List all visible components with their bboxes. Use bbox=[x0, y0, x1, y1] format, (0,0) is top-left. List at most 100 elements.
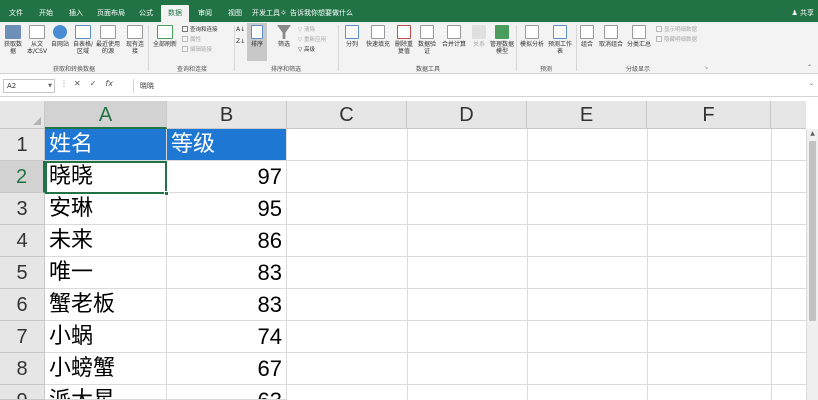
cell-b4[interactable]: 86 bbox=[167, 225, 287, 257]
column-header-c[interactable]: C bbox=[287, 101, 407, 129]
tab-data[interactable]: 数据 bbox=[161, 5, 189, 22]
worksheet-grid[interactable]: A B C D E F 1 2 3 4 5 6 7 8 9 姓名 等级 晓晓 9… bbox=[0, 101, 818, 400]
collapse-ribbon-icon[interactable]: ⌃ bbox=[807, 64, 812, 71]
forecast-sheet-button[interactable]: 预测工作表 bbox=[548, 25, 572, 55]
cell-b2[interactable]: 97 bbox=[167, 161, 287, 193]
select-all-button[interactable] bbox=[0, 101, 45, 129]
row-header-5[interactable]: 5 bbox=[0, 257, 45, 289]
data-validation-label: 数据验证 bbox=[417, 41, 436, 55]
remove-duplicates-button[interactable]: 删除重复值 bbox=[394, 25, 414, 55]
cell-b6[interactable]: 83 bbox=[167, 289, 287, 321]
tab-view[interactable]: 视图 bbox=[221, 5, 249, 22]
row-header-4[interactable]: 4 bbox=[0, 225, 45, 257]
name-box[interactable]: A2 ▼ bbox=[3, 79, 55, 93]
enter-icon[interactable]: ✓ bbox=[90, 79, 97, 88]
what-if-analysis-button[interactable]: 模拟分析 bbox=[518, 25, 546, 48]
recent-sources-button[interactable]: 最近使用的源 bbox=[96, 25, 120, 55]
clear-filter-icon: ▽ bbox=[298, 27, 303, 33]
cell-a7[interactable]: 小蜗 bbox=[45, 321, 167, 353]
queries-connections-button[interactable]: 查询和连接 bbox=[182, 26, 218, 34]
tab-formulas[interactable]: 公式 bbox=[132, 5, 160, 22]
group-icon bbox=[580, 25, 594, 39]
from-table-button[interactable]: 自表格/区域 bbox=[72, 25, 94, 55]
from-web-button[interactable]: 自网站 bbox=[50, 25, 70, 48]
properties-button[interactable]: 属性 bbox=[182, 36, 201, 44]
clear-filter-button[interactable]: ▽ 清除 bbox=[298, 26, 315, 34]
row-header-8[interactable]: 8 bbox=[0, 353, 45, 385]
cell-b3[interactable]: 95 bbox=[167, 193, 287, 225]
subtotal-button[interactable]: 分类汇总 bbox=[626, 25, 652, 48]
row-header-7[interactable]: 7 bbox=[0, 321, 45, 353]
column-header-f[interactable]: F bbox=[647, 101, 771, 129]
cell-a5[interactable]: 唯一 bbox=[45, 257, 167, 289]
ribbon: 获取数据 从文本/CSV 自网站 自表格/区域 最近使用的源 现有连接 获取和转… bbox=[0, 22, 818, 74]
refresh-all-button[interactable]: 全部刷新 bbox=[152, 25, 178, 48]
get-data-button[interactable]: 获取数据 bbox=[2, 25, 24, 55]
column-header-b[interactable]: B bbox=[167, 101, 287, 129]
relationships-button[interactable]: 关系 bbox=[470, 25, 488, 48]
formula-input[interactable]: 晓晓 bbox=[133, 79, 805, 93]
scrollbar-thumb[interactable] bbox=[809, 141, 816, 321]
from-web-label: 自网站 bbox=[50, 41, 69, 48]
expand-formula-bar-icon[interactable]: ⌄ bbox=[809, 80, 814, 87]
cell-b7[interactable]: 74 bbox=[167, 321, 287, 353]
filter-button[interactable]: 筛选 bbox=[275, 25, 293, 48]
edit-links-button[interactable]: 编辑链接 bbox=[182, 46, 212, 54]
insert-function-button[interactable]: fx bbox=[105, 79, 113, 88]
sort-descending-button[interactable]: Z↓ bbox=[236, 38, 245, 46]
row-header-9[interactable]: 9 bbox=[0, 385, 45, 400]
text-to-columns-button[interactable]: 分列 bbox=[342, 25, 362, 48]
funnel-icon bbox=[277, 25, 291, 39]
cell-a1[interactable]: 姓名 bbox=[45, 129, 167, 161]
column-header-e[interactable]: E bbox=[527, 101, 647, 129]
cell-a6[interactable]: 蟹老板 bbox=[45, 289, 167, 321]
cell-a3[interactable]: 安琳 bbox=[45, 193, 167, 225]
data-validation-button[interactable]: 数据验证 bbox=[416, 25, 438, 55]
existing-connections-button[interactable]: 现有连接 bbox=[124, 25, 146, 55]
vertical-scrollbar[interactable]: ▲ bbox=[806, 129, 818, 400]
scroll-up-icon[interactable]: ▲ bbox=[807, 129, 818, 139]
tell-me-search[interactable]: ☼ 告诉我你想要做什么 bbox=[279, 5, 353, 22]
manage-data-model-button[interactable]: 管理数据模型 bbox=[490, 25, 514, 55]
tab-home[interactable]: 开始 bbox=[32, 5, 60, 22]
show-detail-label: 显示明细数据 bbox=[664, 27, 698, 33]
row-header-3[interactable]: 3 bbox=[0, 193, 45, 225]
cancel-icon[interactable]: ✕ bbox=[74, 79, 81, 88]
hide-detail-button[interactable]: 隐藏明细数据 bbox=[656, 36, 697, 44]
group-button[interactable]: 组合 bbox=[578, 25, 596, 48]
fill-handle[interactable] bbox=[164, 191, 169, 196]
cell-b9[interactable]: 63 bbox=[167, 385, 287, 400]
tab-insert[interactable]: 插入 bbox=[62, 5, 90, 22]
refresh-icon bbox=[157, 25, 173, 39]
consolidate-button[interactable]: 合并计算 bbox=[440, 25, 468, 48]
tab-developer[interactable]: 开发工具 bbox=[250, 5, 282, 22]
share-button[interactable]: ♟ 共享 bbox=[791, 5, 814, 22]
cell-a4[interactable]: 未来 bbox=[45, 225, 167, 257]
cell-b8[interactable]: 67 bbox=[167, 353, 287, 385]
chevron-down-icon[interactable]: ▼ bbox=[48, 80, 52, 92]
cell-b5[interactable]: 83 bbox=[167, 257, 287, 289]
outline-dialog-launcher-icon[interactable]: ↘ bbox=[704, 65, 708, 71]
row-header-1[interactable]: 1 bbox=[0, 129, 45, 161]
queries-icon bbox=[182, 26, 188, 32]
row-header-2[interactable]: 2 bbox=[0, 161, 45, 193]
tab-review[interactable]: 审阅 bbox=[191, 5, 219, 22]
advanced-filter-button[interactable]: ▽ 高级 bbox=[298, 46, 315, 54]
show-detail-button[interactable]: 显示明细数据 bbox=[656, 26, 697, 34]
ungroup-button[interactable]: 取消组合 bbox=[598, 25, 624, 48]
from-text-button[interactable]: 从文本/CSV bbox=[26, 25, 48, 55]
reapply-button[interactable]: ▽ 重新应用 bbox=[298, 36, 326, 44]
row-header-6[interactable]: 6 bbox=[0, 289, 45, 321]
sort-button[interactable]: 排序 bbox=[247, 23, 267, 61]
tab-file[interactable]: 文件 bbox=[2, 5, 30, 22]
cell-b1[interactable]: 等级 bbox=[167, 129, 287, 161]
sort-ascending-button[interactable]: A↓ bbox=[236, 26, 245, 34]
column-header-a[interactable]: A bbox=[45, 101, 167, 129]
column-header-next[interactable] bbox=[771, 101, 806, 129]
cell-a9[interactable]: 派大星 bbox=[45, 385, 167, 400]
table-icon bbox=[75, 25, 91, 39]
tab-page-layout[interactable]: 页面布局 bbox=[92, 5, 130, 22]
column-header-d[interactable]: D bbox=[407, 101, 527, 129]
flash-fill-button[interactable]: 快速填充 bbox=[364, 25, 392, 48]
cell-a8[interactable]: 小螃蟹 bbox=[45, 353, 167, 385]
